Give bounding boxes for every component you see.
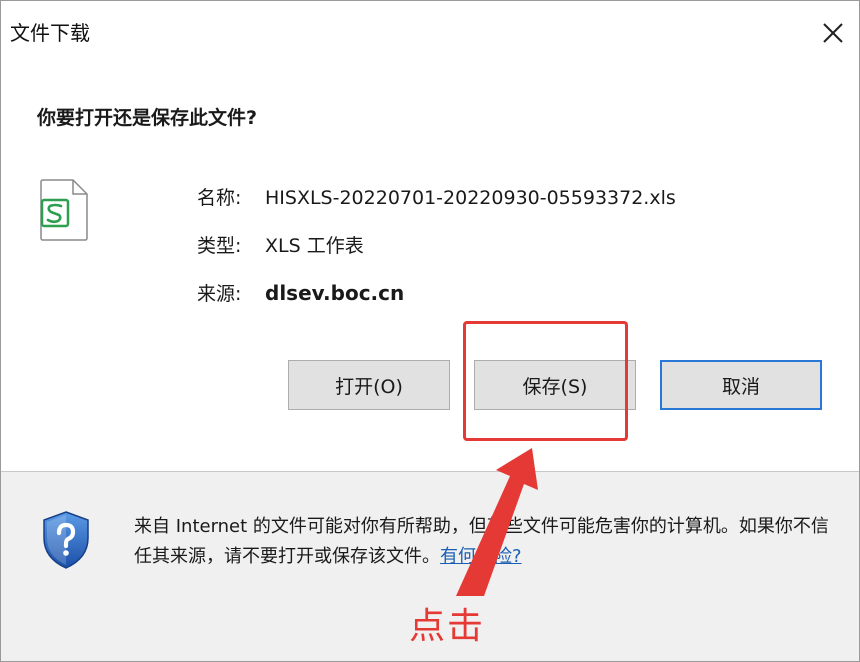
file-source-label: 来源: bbox=[197, 283, 242, 305]
annotation-click-label: 点击 bbox=[409, 606, 486, 647]
xls-file-icon bbox=[37, 178, 91, 242]
dialog-body: 你要打开还是保存此文件? 名称: HISXLS-20220701-20220930… bbox=[1, 61, 859, 471]
file-name-value: HISXLS-20220701-20220930-05593372.xls bbox=[265, 187, 676, 209]
file-type-row: 类型: XLS 工作表 bbox=[197, 231, 364, 258]
file-source-value: dlsev.boc.cn bbox=[265, 281, 405, 305]
close-button[interactable] bbox=[815, 15, 851, 51]
open-button[interactable]: 打开(O) bbox=[288, 360, 450, 410]
file-download-dialog: 文件下载 你要打开还是保存此文件? 名称: HISXLS-20220701-202… bbox=[0, 0, 860, 662]
risk-info-link[interactable]: 有何风险? bbox=[440, 546, 522, 567]
security-shield-icon bbox=[41, 510, 91, 570]
window-title: 文件下载 bbox=[10, 21, 90, 45]
security-warning-text: 来自 Internet 的文件可能对你有所帮助，但某些文件可能危害你的计算机。如… bbox=[134, 512, 834, 572]
file-name-row: 名称: HISXLS-20220701-20220930-05593372.xls bbox=[197, 183, 676, 210]
cancel-button[interactable]: 取消 bbox=[660, 360, 822, 410]
file-name-label: 名称: bbox=[197, 187, 242, 209]
annotation-highlight-box bbox=[463, 321, 628, 441]
file-source-row: 来源: dlsev.boc.cn bbox=[197, 279, 404, 306]
close-icon bbox=[823, 23, 843, 43]
dialog-question: 你要打开还是保存此文件? bbox=[37, 107, 258, 129]
title-bar: 文件下载 bbox=[1, 1, 859, 61]
file-type-label: 类型: bbox=[197, 235, 242, 257]
file-type-value: XLS 工作表 bbox=[265, 235, 364, 257]
